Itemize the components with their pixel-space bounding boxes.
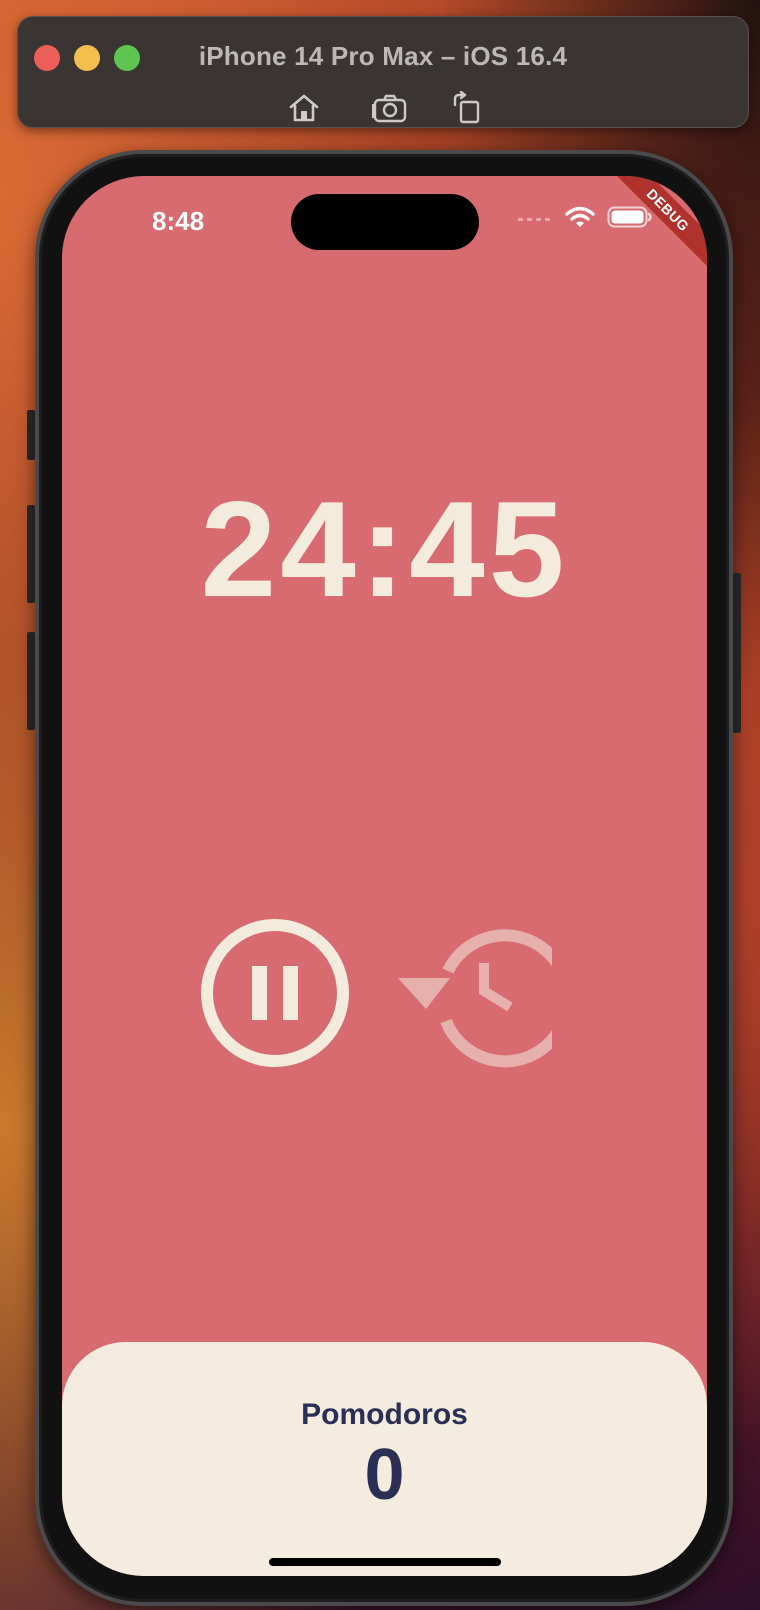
phone-action-button <box>27 410 35 460</box>
window-zoom-button[interactable] <box>114 45 140 71</box>
pause-button[interactable] <box>198 916 352 1070</box>
restart-button[interactable] <box>398 916 552 1070</box>
wifi-icon <box>565 206 595 227</box>
home-icon[interactable] <box>286 91 322 125</box>
pomodoros-card: Pomodoros 0 <box>62 1342 707 1576</box>
screenshot-icon[interactable] <box>372 91 408 125</box>
window-minimize-button[interactable] <box>74 45 100 71</box>
pause-circle-icon <box>201 919 349 1067</box>
app-screen: 8:48 DEBUG 24:45 Pomodoros 0 <box>62 176 707 1576</box>
phone-volume-down-button <box>27 632 35 730</box>
battery-icon <box>607 206 652 228</box>
simulator-window-bar: iPhone 14 Pro Max – iOS 16.4 <box>17 16 749 128</box>
dynamic-island <box>291 194 479 250</box>
status-time: 8:48 <box>152 206 205 236</box>
timer-display: 24:45 <box>200 473 569 625</box>
phone-volume-up-button <box>27 505 35 603</box>
timer-controls <box>62 916 707 1068</box>
status-icons <box>517 204 653 230</box>
window-close-button[interactable] <box>34 45 60 71</box>
rotate-icon[interactable] <box>448 91 484 125</box>
pomodoros-label: Pomodoros <box>301 1398 468 1431</box>
home-indicator[interactable] <box>269 1558 501 1566</box>
pomodoros-count: 0 <box>364 1435 405 1515</box>
simulator-title: iPhone 14 Pro Max – iOS 16.4 <box>198 41 568 71</box>
cellular-icon <box>518 218 550 221</box>
phone-power-button <box>733 573 741 733</box>
restore-history-icon <box>398 929 552 1068</box>
